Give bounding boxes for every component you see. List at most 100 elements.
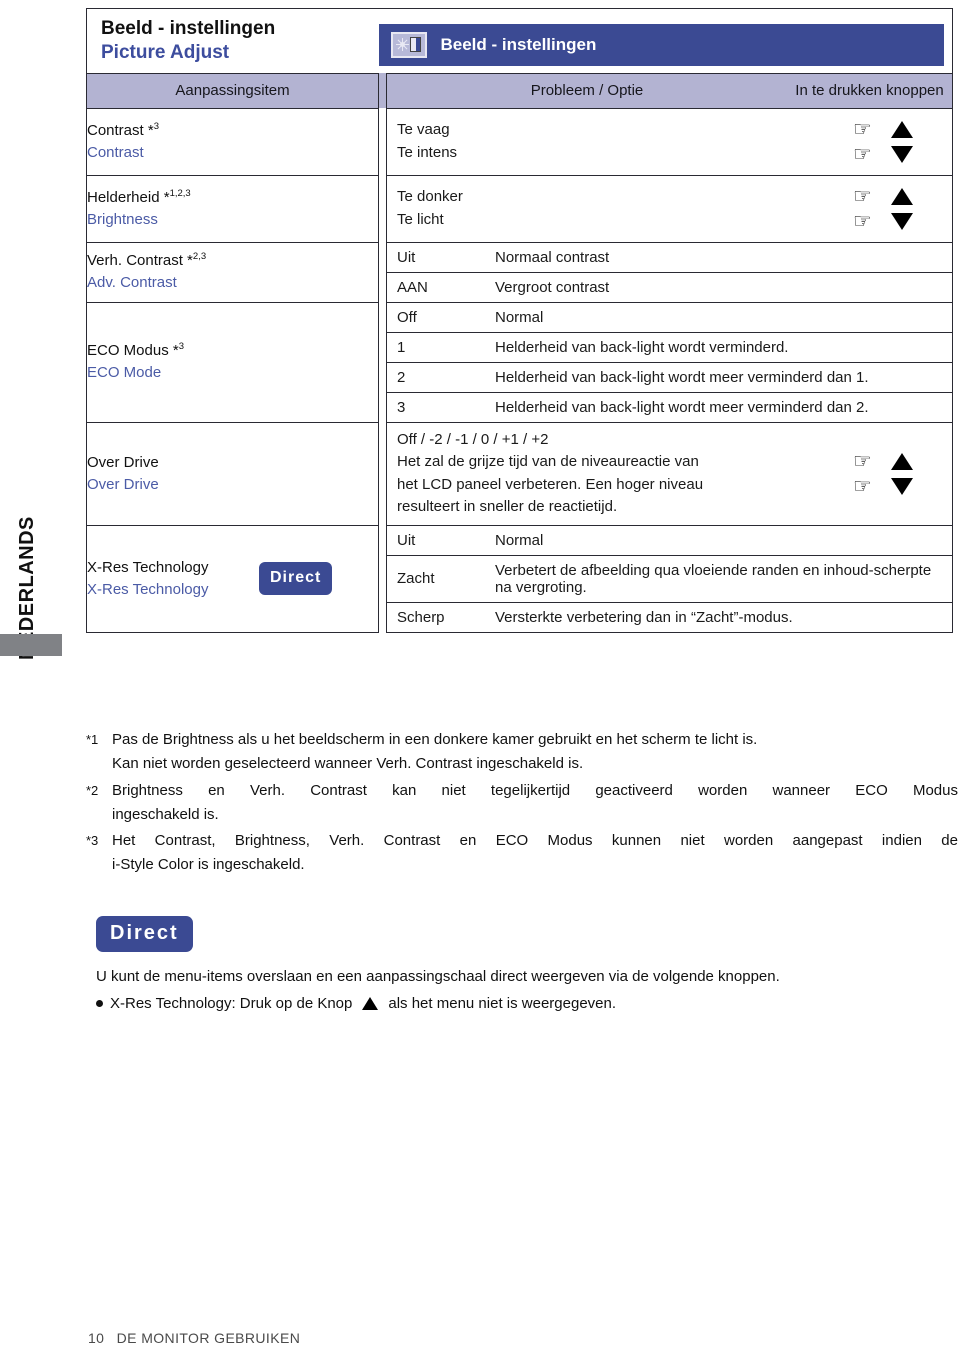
- option-desc: Vergroot contrast: [495, 278, 610, 296]
- description-line: het LCD paneel verbeteren. Een hoger niv…: [397, 475, 704, 493]
- footnote-line: Brightness en Verh. Contrast kan niet te…: [112, 781, 958, 799]
- table-row: Verh. Contrast *2,3 Adv. Contrast Uit No…: [86, 241, 954, 303]
- button-hints-contrast: ☜ ☜: [814, 109, 952, 175]
- hand-pointer-icon: ☜: [852, 474, 872, 498]
- item-label-nl: Helderheid: [87, 188, 160, 206]
- row-item-over-drive: Over Drive Over Drive: [86, 421, 379, 526]
- row-content-over-drive: Off / -2 / -1 / 0 / +1 / +2 Het zal de g…: [385, 421, 954, 526]
- option-key: 2: [387, 362, 485, 393]
- triangle-up-icon: [891, 120, 914, 138]
- row-item-brightness: Helderheid *1,2,3 Brightness: [86, 174, 379, 243]
- option-key: 1: [387, 332, 485, 363]
- item-label-en: Brightness: [87, 210, 158, 228]
- direct-bullet-before: X-Res Technology: Druk op de Knop: [110, 995, 353, 1012]
- description-line: Off / -2 / -1 / 0 / +1 / +2: [397, 430, 549, 448]
- row-item-contrast: Contrast *3 Contrast: [86, 107, 379, 176]
- menu-banner-cell: Beeld - instellingen: [378, 8, 954, 73]
- footer-section-title: DE MONITOR GEBRUIKEN: [116, 1330, 301, 1346]
- footnote-line: Kan niet worden geselecteerd wanneer Ver…: [112, 755, 584, 773]
- table-row: Helderheid *1,2,3 Brightness Te donker T…: [86, 174, 954, 243]
- language-label: NEDERLANDS: [16, 516, 38, 660]
- option-desc: Normaal contrast: [485, 242, 953, 273]
- item-label-nl: ECO Modus: [87, 342, 169, 360]
- item-label-en: Over Drive: [87, 475, 159, 493]
- menu-title-nl: Beeld - instellingen: [101, 18, 276, 39]
- option-row: 1 Helderheid van back-light wordt vermin…: [387, 332, 953, 363]
- direct-bullet-item: X-Res Technology: Druk op de Knop als he…: [96, 995, 956, 1012]
- triangle-up-icon: [891, 187, 914, 205]
- sun-icon: [396, 38, 409, 52]
- option-key: 3: [397, 398, 406, 416]
- footnote-marker: *2: [86, 782, 99, 798]
- footnote-text: Het Contrast, Brightness, Verh. Contrast…: [112, 829, 958, 878]
- column-gap: [378, 73, 387, 108]
- row-content-adv-contrast: Uit Normaal contrast AAN Vergroot contra…: [385, 241, 954, 303]
- item-footnote-ref: 2,3: [192, 251, 207, 263]
- brightness-contrast-icon: [390, 31, 427, 58]
- option-desc: Helderheid van back-light wordt meer ver…: [495, 398, 869, 416]
- triangle-down-icon: [891, 145, 914, 163]
- option-row: AAN Vergroot contrast: [387, 272, 952, 302]
- footnote: *2 Brightness en Verh. Contrast kan niet…: [86, 779, 958, 828]
- footnote-marker: *1: [86, 732, 99, 747]
- option-row: Uit Normaal contrast: [387, 242, 953, 273]
- option-desc: Helderheid van back-light wordt meer ver…: [485, 362, 953, 393]
- problem-line: Te intens: [397, 143, 458, 161]
- option-key: Off: [387, 302, 485, 333]
- footnote-text: Pas de Brightness als u het beeldscherm …: [112, 728, 958, 777]
- footnote-line: Het Contrast, Brightness, Verh. Contrast…: [112, 832, 958, 850]
- column-gap: [378, 525, 387, 632]
- row-item-xres: X-Res Technology X-Res Technology Direct: [86, 524, 379, 633]
- column-gap: [378, 108, 387, 175]
- item-label-nl: X-Res Technology: [87, 558, 209, 576]
- direct-section: Direct U kunt de menu-items overslaan en…: [96, 916, 956, 1012]
- triangle-down-icon: [891, 212, 914, 230]
- description-line: resulteert in sneller de reactietijd.: [397, 498, 618, 515]
- direct-bullet-after: als het menu niet is weergegeven.: [388, 995, 617, 1012]
- footnote-marker: *3: [86, 833, 99, 849]
- option-key: Zacht: [387, 555, 485, 603]
- item-label-en: X-Res Technology: [87, 580, 209, 598]
- button-hints-over-drive: ☜ ☜: [814, 423, 952, 525]
- footnote-text: Brightness en Verh. Contrast kan niet te…: [112, 779, 958, 828]
- option-row: Off Normal: [387, 302, 953, 333]
- column-gap: [378, 175, 387, 242]
- row-item-adv-contrast: Verh. Contrast *2,3 Adv. Contrast: [86, 241, 379, 303]
- direct-badge-inline[interactable]: Direct: [259, 562, 333, 595]
- item-label-en: Contrast: [87, 143, 144, 161]
- column-header-item: Aanpassingsitem: [86, 72, 379, 109]
- footnote-line: ingeschakeld is.: [112, 805, 219, 823]
- item-footnote-ref: 3: [153, 120, 160, 132]
- option-desc: Verbetert de afbeelding qua vloeiende ra…: [485, 555, 953, 603]
- footnote: *3 Het Contrast, Brightness, Verh. Contr…: [86, 829, 958, 878]
- table-column-header-row: Aanpassingsitem Probleem / Optie In te d…: [86, 72, 954, 109]
- footnote-line: Pas de Brightness als u het beeldscherm …: [112, 731, 758, 748]
- problem-cell: Te vaag Te intens: [387, 109, 814, 175]
- option-desc: Normal: [485, 302, 953, 333]
- language-rail: NEDERLANDS: [0, 0, 78, 1364]
- hand-pointer-icon: ☜: [852, 184, 872, 208]
- option-row: Uit Normal: [387, 525, 953, 556]
- triangle-up-icon: [891, 452, 914, 470]
- menu-banner-title: Beeld - instellingen: [440, 34, 597, 54]
- over-drive-description: Off / -2 / -1 / 0 / +1 / +2 Het zal de g…: [387, 423, 814, 525]
- row-content-eco-mode: Off Normal 1 Helderheid van back-light w…: [385, 301, 954, 423]
- column-gap: [378, 302, 387, 422]
- table-row: Over Drive Over Drive Off / -2 / -1 / 0 …: [86, 421, 954, 526]
- direct-badge[interactable]: Direct: [96, 916, 193, 952]
- option-desc: Helderheid van back-light wordt verminde…: [485, 332, 953, 363]
- problem-line: Te licht: [397, 210, 444, 228]
- item-label-en: Adv. Contrast: [87, 274, 177, 291]
- triangle-up-icon: [362, 997, 379, 1010]
- column-gap: [378, 242, 387, 302]
- option-key: Uit: [387, 525, 485, 556]
- option-key: AAN: [397, 278, 428, 296]
- hand-pointer-icon: ☜: [852, 117, 872, 141]
- menu-title-en: Picture Adjust: [101, 41, 230, 63]
- item-footnote-ref: 1,2,3: [169, 187, 191, 199]
- table-row: Contrast *3 Contrast Te vaag Te intens ☜…: [86, 107, 954, 176]
- row-content-contrast: Te vaag Te intens ☜ ☜: [385, 107, 954, 176]
- row-item-eco-mode: ECO Modus *3 ECO Mode: [86, 301, 379, 423]
- row-content-xres: Uit Normal Zacht Verbetert de afbeelding…: [385, 524, 954, 633]
- table-title-row: Beeld - instellingen Picture Adjust Beel…: [86, 8, 954, 73]
